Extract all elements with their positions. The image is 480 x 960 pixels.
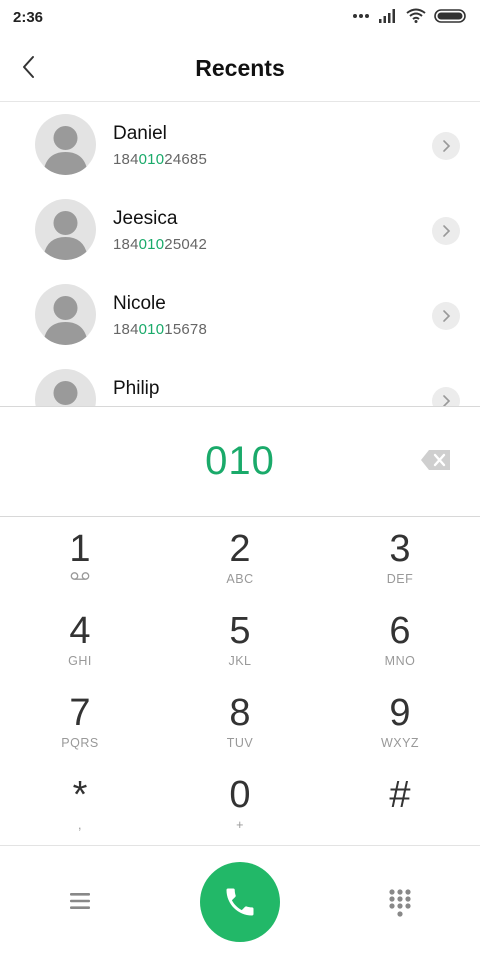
key-letters: , (78, 818, 82, 832)
dialpad-icon (389, 889, 411, 917)
person-silhouette-icon (43, 296, 88, 345)
key-digit: 1 (69, 528, 91, 570)
contact-number: 18401025042 (113, 236, 207, 253)
dialed-number[interactable]: 010 (0, 439, 480, 484)
key-star[interactable]: * , (0, 763, 160, 845)
key-digit: 5 (229, 610, 251, 652)
status-icons (352, 8, 466, 23)
key-letters: PQRS (61, 736, 99, 750)
battery-icon (434, 8, 466, 23)
voicemail-icon (70, 572, 90, 580)
dial-display: 010 (0, 407, 480, 517)
avatar (35, 284, 96, 345)
key-digit: 2 (229, 528, 251, 570)
key-digit: 7 (69, 692, 91, 734)
key-letters: ABC (226, 572, 254, 586)
contact-detail-button[interactable] (432, 302, 460, 330)
key-digit: 9 (389, 692, 411, 734)
key-4[interactable]: 4 GHI (0, 599, 160, 681)
key-letters: JKL (228, 654, 252, 668)
contact-name: Nicole (113, 293, 166, 314)
contact-row[interactable]: Philip (0, 358, 480, 407)
person-silhouette-icon (43, 126, 88, 175)
key-digit: 3 (389, 528, 411, 570)
key-hash[interactable]: # (320, 763, 480, 845)
key-digit: 0 (229, 774, 251, 816)
signal-icon (379, 8, 395, 23)
contact-name: Philip (113, 378, 160, 399)
menu-button[interactable] (66, 888, 94, 914)
page-title: Recents (195, 55, 285, 81)
phone-icon (226, 888, 254, 916)
key-letters: + (236, 818, 244, 832)
key-8[interactable]: 8 TUV (160, 681, 320, 763)
bottom-bar (0, 846, 480, 960)
call-button[interactable] (200, 862, 280, 942)
key-digit: 6 (389, 610, 411, 652)
avatar (35, 369, 96, 407)
avatar (35, 114, 96, 175)
key-6[interactable]: 6 MNO (320, 599, 480, 681)
chevron-right-icon (443, 140, 451, 152)
chevron-right-icon (443, 310, 451, 322)
contact-row[interactable]: Daniel 18401024685 (0, 103, 480, 188)
person-silhouette-icon (53, 381, 78, 405)
wifi-icon (406, 8, 426, 23)
contact-row[interactable]: Nicole 18401015678 (0, 273, 480, 358)
contact-number: 18401024685 (113, 151, 207, 168)
key-letters: GHI (68, 654, 92, 668)
contact-detail-button[interactable] (432, 132, 460, 160)
key-digit: # (389, 774, 411, 816)
key-9[interactable]: 9 WXYZ (320, 681, 480, 763)
contact-detail-button[interactable] (432, 217, 460, 245)
key-0[interactable]: 0 + (160, 763, 320, 845)
status-bar: 2:36 (0, 0, 480, 34)
menu-icon (70, 893, 90, 909)
key-5[interactable]: 5 JKL (160, 599, 320, 681)
backspace-icon (421, 450, 450, 470)
key-letters: WXYZ (380, 736, 420, 750)
dialpad-toggle-button[interactable] (387, 888, 413, 920)
more-dots-icon (353, 13, 369, 18)
chevron-right-icon (443, 225, 451, 237)
recents-list[interactable]: Daniel 18401024685 Jeesica 18401025042 N… (0, 103, 480, 407)
key-digit: * (72, 774, 88, 816)
key-3[interactable]: 3 DEF (320, 517, 480, 599)
key-2[interactable]: 2 ABC (160, 517, 320, 599)
key-1[interactable]: 1 (0, 517, 160, 599)
contact-number: 18401015678 (113, 321, 207, 338)
contact-row[interactable]: Jeesica 18401025042 (0, 188, 480, 273)
key-letters: DEF (386, 572, 414, 586)
header: Recents (0, 34, 480, 102)
dialpad: 1 2 ABC 3 DEF 4 GHI 5 JKL 6 MNO 7 PQRS 8… (0, 517, 480, 845)
key-letters: TUV (226, 736, 254, 750)
contact-name: Daniel (113, 123, 167, 144)
status-time: 2:36 (13, 9, 44, 26)
contact-detail-button[interactable] (432, 387, 460, 407)
contact-name: Jeesica (113, 208, 178, 229)
key-7[interactable]: 7 PQRS (0, 681, 160, 763)
key-digit: 4 (69, 610, 91, 652)
key-digit: 8 (229, 692, 251, 734)
key-letters: MNO (384, 654, 416, 668)
backspace-button[interactable] (420, 449, 452, 473)
avatar (35, 199, 96, 260)
person-silhouette-icon (43, 211, 88, 260)
